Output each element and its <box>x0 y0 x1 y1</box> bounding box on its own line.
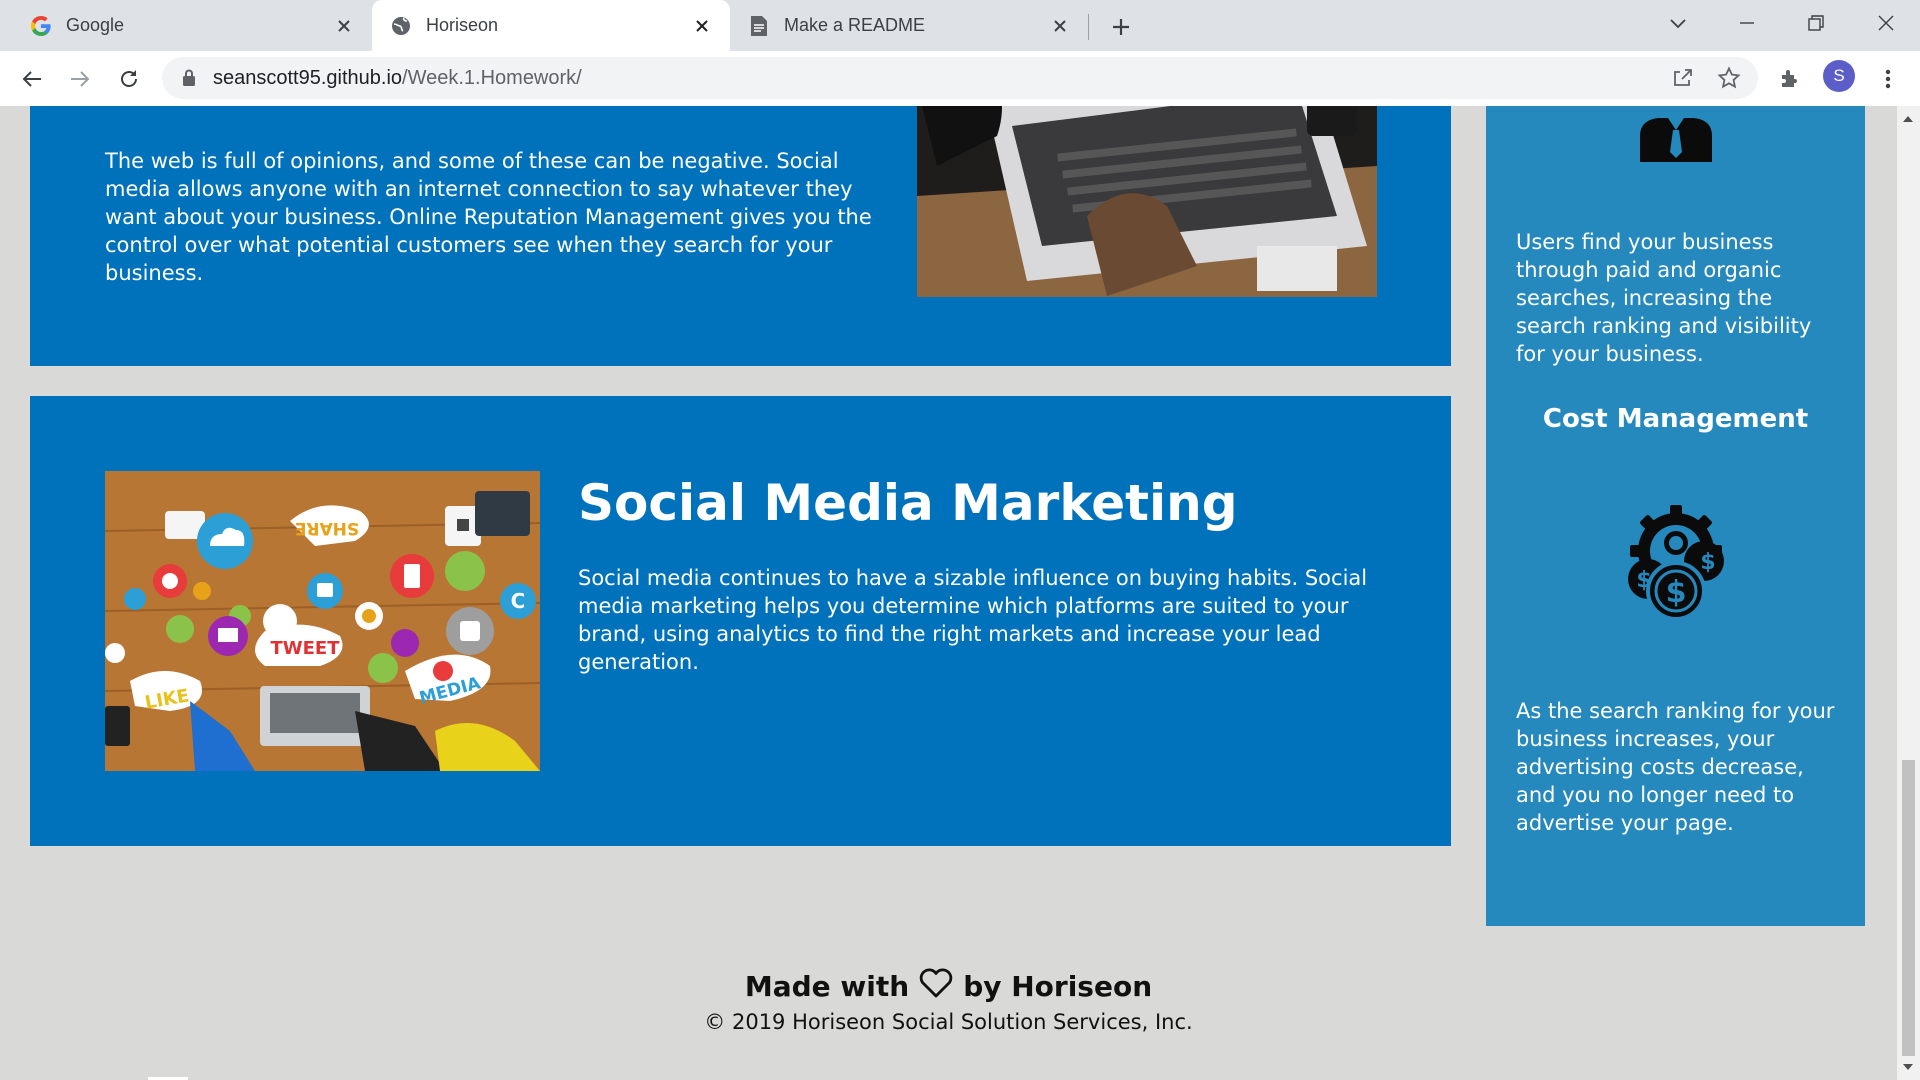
svg-text:$: $ <box>1700 550 1715 575</box>
share-icon[interactable] <box>1671 66 1695 90</box>
restore-icon[interactable] <box>1798 8 1834 38</box>
tab-title: Google <box>66 15 125 35</box>
cost-management-gear-dollar-icon: $ $ $ <box>1614 501 1738 629</box>
laptop-analytics-image <box>917 106 1377 297</box>
tab-horiseon[interactable]: Horiseon <box>372 0 730 51</box>
benefit-text-cost: As the search ranking for your business … <box>1516 699 1835 835</box>
reputation-text: The web is full of opinions, and some of… <box>105 149 872 285</box>
made-with-suffix: by Horiseon <box>963 970 1153 1003</box>
tab-google[interactable]: Google <box>0 0 372 51</box>
svg-text:$: $ <box>1666 575 1687 610</box>
benefit-text-lead: Users find your business through paid an… <box>1516 230 1812 366</box>
back-arrow-icon[interactable] <box>16 63 48 95</box>
bookmark-star-icon[interactable] <box>1717 66 1741 90</box>
new-tab-plus-icon[interactable] <box>1106 12 1136 42</box>
tab-title: Horiseon <box>426 15 499 35</box>
tab-separator <box>1088 14 1089 40</box>
reload-icon[interactable] <box>113 63 145 95</box>
extensions-puzzle-icon[interactable] <box>1776 65 1804 93</box>
more-menu-icon[interactable] <box>1874 65 1902 93</box>
browser-toolbar: seanscott95.github.io/Week.1.Homework/ <box>0 51 1920 106</box>
url-path: /Week.1.Homework/ <box>402 67 582 89</box>
image-word-share: SHARE <box>295 518 359 538</box>
scroll-up-arrow-icon[interactable] <box>1903 116 1913 122</box>
url-text[interactable]: seanscott95.github.io/Week.1.Homework/ <box>213 67 582 90</box>
benefits-aside: Users find your business through paid an… <box>1486 106 1865 926</box>
online-reputation-section: The web is full of opinions, and some of… <box>30 106 1451 366</box>
copyright-text: © 2019 Horiseon Social Solution Services… <box>704 1010 1193 1034</box>
forward-arrow-icon[interactable] <box>64 63 96 95</box>
tab-title: Make a README <box>784 15 926 35</box>
cost-management-heading: Cost Management <box>1542 404 1809 434</box>
section-heading: Social Media Marketing <box>578 474 1238 532</box>
made-with-line: Made with by Horiseon <box>0 968 1897 1005</box>
close-tab-icon[interactable] <box>332 14 356 38</box>
tab-make-readme[interactable]: Make a README <box>730 0 1088 51</box>
social-media-collage-image: SHARE C TWEET MEDIA LIKE <box>105 471 540 771</box>
svg-text:C: C <box>511 589 526 613</box>
scrollbar-thumb[interactable] <box>1902 760 1915 1056</box>
page-viewport: The web is full of opinions, and some of… <box>0 106 1897 1080</box>
url-host: seanscott95.github.io <box>213 67 403 89</box>
lock-icon[interactable] <box>182 69 196 92</box>
google-g-icon <box>30 15 52 37</box>
made-with-prefix: Made with <box>744 970 910 1003</box>
social-media-marketing-section: SHARE C TWEET MEDIA LIKE Social Media Ma… <box>30 396 1451 846</box>
scroll-down-arrow-icon[interactable] <box>1903 1064 1913 1070</box>
close-tab-icon[interactable] <box>690 14 714 38</box>
heart-icon <box>919 968 953 1005</box>
tab-strip: Google Horiseon Make a README <box>0 0 1920 51</box>
close-window-icon[interactable] <box>1868 8 1904 38</box>
address-bar[interactable]: seanscott95.github.io/Week.1.Homework/ <box>162 57 1758 99</box>
tab-search-chevron-icon[interactable] <box>1660 8 1696 38</box>
svg-text:$: $ <box>1636 568 1651 593</box>
globe-icon <box>390 15 412 37</box>
page-scrollbar[interactable] <box>1897 106 1920 1080</box>
section-text: Social media continues to have a sizable… <box>578 566 1368 674</box>
document-icon <box>748 15 770 37</box>
profile-avatar[interactable]: S <box>1823 60 1855 92</box>
image-word-tweet: TWEET <box>270 638 340 659</box>
businessman-icon <box>1638 106 1714 166</box>
close-tab-icon[interactable] <box>1048 14 1072 38</box>
minimize-icon[interactable] <box>1729 8 1765 38</box>
